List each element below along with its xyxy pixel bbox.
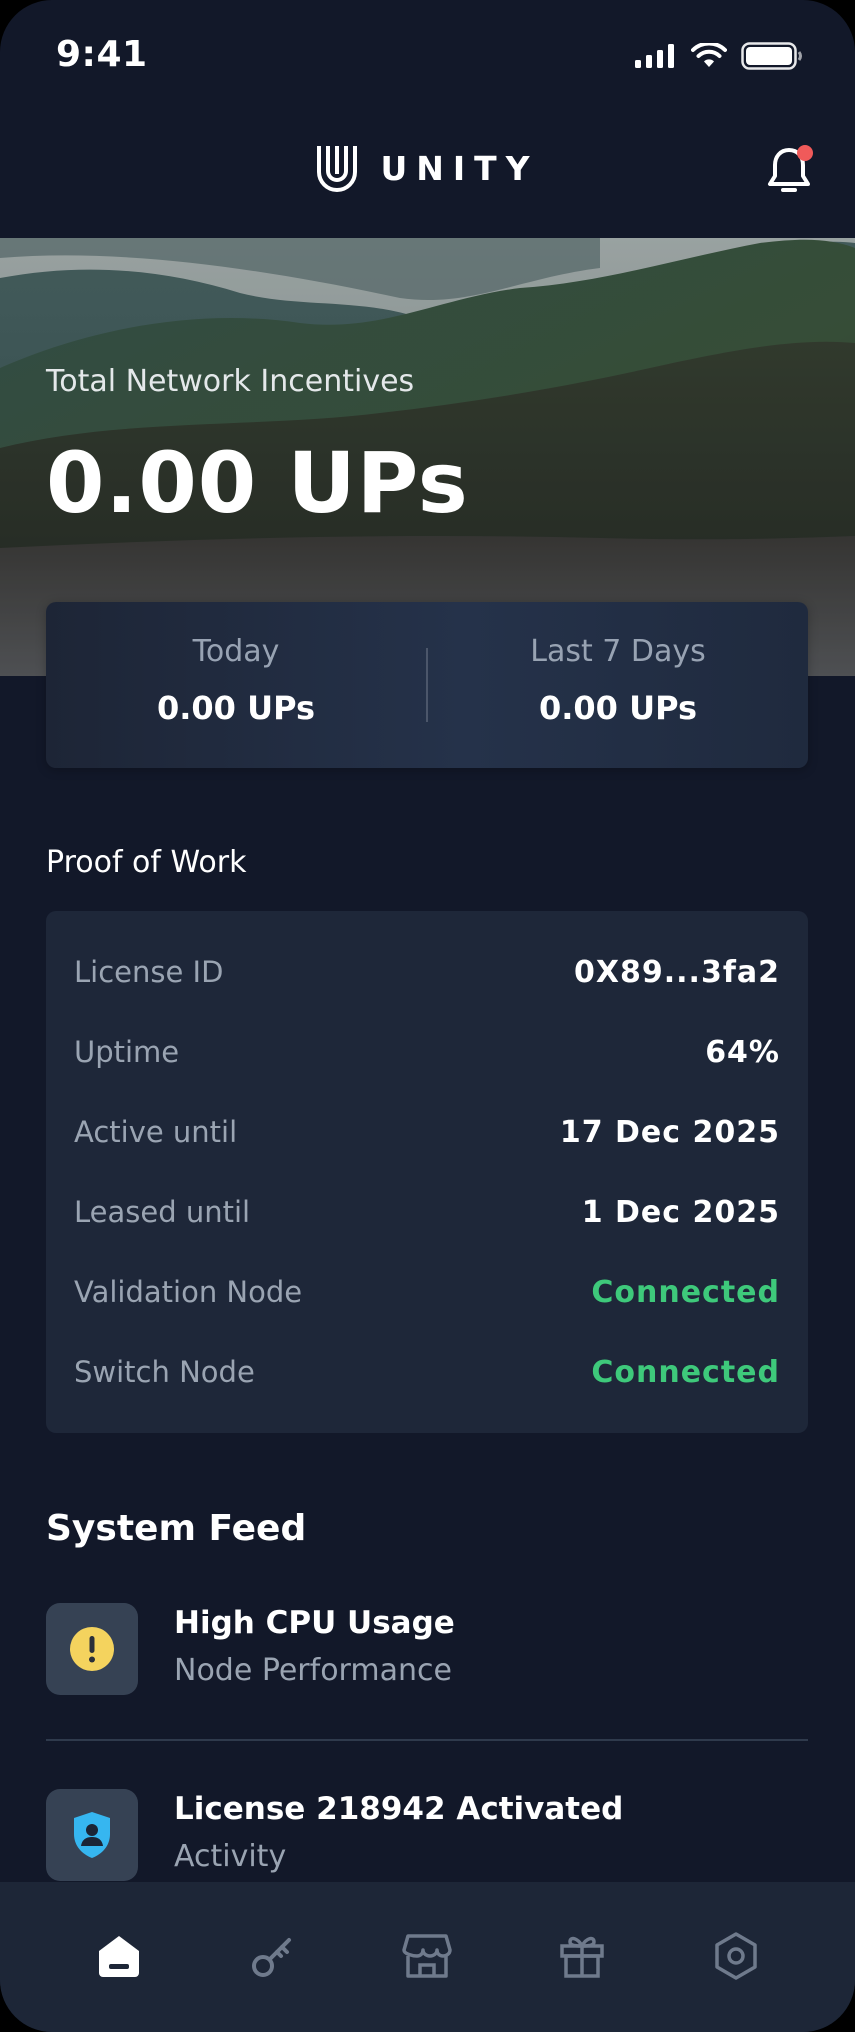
feed-divider	[46, 1739, 808, 1741]
stat-today: Today 0.00 UPs	[46, 634, 426, 727]
phone-screen: 9:41 UNITY Total Network Incentives 0.00…	[0, 0, 855, 2032]
status-bar: 9:41	[0, 0, 855, 118]
notification-dot	[797, 145, 813, 161]
nav-home[interactable]	[79, 1916, 159, 1996]
pow-key: Leased until	[74, 1195, 251, 1229]
feed-item-title: High CPU Usage	[174, 1605, 455, 1641]
stat-today-value: 0.00 UPs	[156, 689, 315, 727]
pow-row-uptime: Uptime 64%	[74, 1032, 780, 1072]
pow-key: Switch Node	[74, 1355, 255, 1389]
pow-row-switch-node: Switch Node Connected	[74, 1352, 780, 1392]
feed-text: High CPU Usage Node Performance	[174, 1605, 455, 1688]
feed-item-title: License 218942 Activated	[174, 1791, 624, 1827]
stat-week-value: 0.00 UPs	[538, 689, 697, 727]
key-icon	[252, 1938, 292, 1977]
warning-icon	[70, 1627, 114, 1671]
notification-button[interactable]	[761, 144, 817, 200]
pow-value: 64%	[705, 1034, 780, 1070]
connection-status: Connected	[591, 1354, 780, 1390]
feed-text: License 218942 Activated Activity	[174, 1791, 623, 1874]
bottom-nav	[0, 1882, 855, 2032]
pow-value: 1 Dec 2025	[581, 1194, 780, 1230]
signal-icon	[635, 44, 674, 68]
feed-icon-container	[46, 1603, 138, 1695]
battery-icon	[741, 42, 802, 70]
status-icons	[635, 42, 803, 70]
stat-last-7-days: Last 7 Days 0.00 UPs	[428, 634, 808, 727]
pow-key: License ID	[74, 955, 224, 989]
nav-licenses[interactable]	[233, 1916, 313, 1996]
stat-today-label: Today	[192, 634, 280, 669]
hero-label: Total Network Incentives	[46, 364, 415, 399]
feed-item[interactable]: License 218942 Activated Activity	[46, 1789, 808, 1881]
nav-rewards[interactable]	[542, 1916, 622, 1996]
pow-value: 17 Dec 2025	[559, 1114, 780, 1150]
nav-settings[interactable]	[696, 1916, 776, 1996]
pow-key: Validation Node	[74, 1275, 303, 1309]
feed-item-subtitle: Node Performance	[174, 1653, 452, 1688]
nav-store[interactable]	[387, 1916, 467, 1996]
system-feed-title: System Feed	[46, 1508, 307, 1549]
pow-row-validation-node: Validation Node Connected	[74, 1272, 780, 1312]
pow-key: Uptime	[74, 1035, 180, 1069]
proof-of-work-card: License ID 0X89...3fa2 Uptime 64% Active…	[46, 911, 808, 1433]
shield-user-icon	[74, 1812, 110, 1858]
status-time: 9:41	[56, 34, 148, 75]
stat-week-label: Last 7 Days	[530, 634, 706, 669]
stats-card: Today 0.00 UPs Last 7 Days 0.00 UPs	[46, 602, 808, 768]
pow-row-leased-until: Leased until 1 Dec 2025	[74, 1192, 780, 1232]
app-header: UNITY	[0, 118, 855, 238]
home-icon	[99, 1936, 140, 1977]
brand[interactable]: UNITY	[0, 144, 855, 192]
pow-key: Active until	[74, 1115, 238, 1149]
unity-logo-icon	[317, 146, 358, 192]
feed-item-subtitle: Activity	[174, 1839, 287, 1874]
settings-hex-icon	[715, 1932, 757, 1980]
wifi-icon	[691, 43, 727, 67]
hero-value: 0.00 UPs	[46, 434, 469, 532]
store-icon	[402, 1934, 453, 1978]
brand-name: UNITY	[380, 148, 539, 188]
feed-icon-container	[46, 1789, 138, 1881]
pow-value: 0X89...3fa2	[574, 954, 780, 990]
gift-icon	[559, 1936, 604, 1978]
pow-row-active-until: Active until 17 Dec 2025	[74, 1112, 780, 1152]
feed-item[interactable]: High CPU Usage Node Performance	[46, 1603, 808, 1695]
proof-of-work-title: Proof of Work	[46, 845, 247, 880]
pow-row-license-id: License ID 0X89...3fa2	[74, 952, 780, 992]
connection-status: Connected	[591, 1274, 780, 1310]
